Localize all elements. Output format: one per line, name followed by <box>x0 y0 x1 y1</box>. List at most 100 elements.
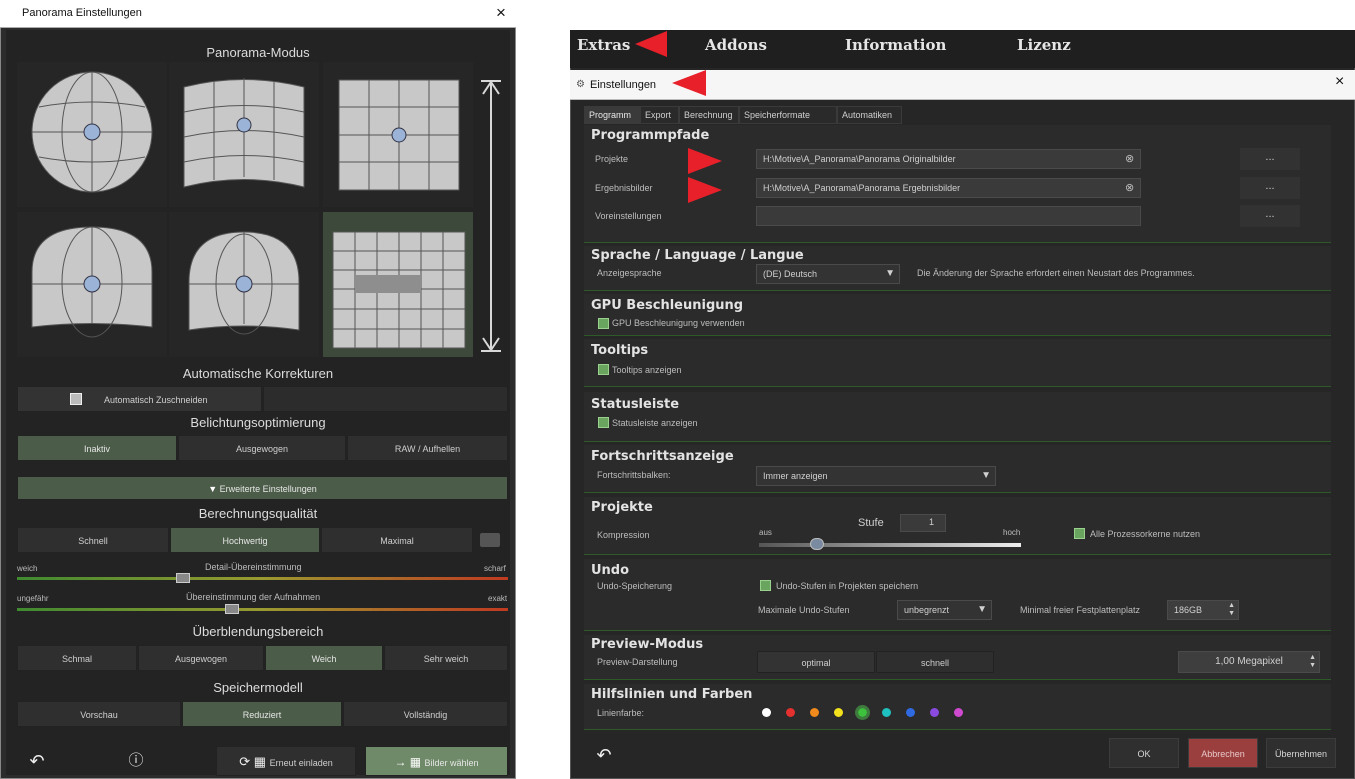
statusbar-check-label: Statusleiste anzeigen <box>612 418 698 428</box>
match-label: Übereinstimmung der Aufnahmen <box>186 592 321 602</box>
color-swatch[interactable] <box>834 708 843 717</box>
memory-preview-button[interactable]: Vorschau <box>17 701 181 727</box>
tab-storage-formats[interactable]: Speicherformate <box>739 106 837 124</box>
auto-crop-toggle[interactable]: Automatisch Zuschneiden <box>17 386 262 412</box>
results-path-field[interactable]: H:\Motive\A_Panorama\Panorama Ergebnisbi… <box>756 178 1141 198</box>
detail-slider-track[interactable] <box>17 577 508 580</box>
language-select[interactable]: (DE) Deutsch ▼ <box>756 264 900 284</box>
browse-projects-button[interactable]: ... <box>1240 148 1300 170</box>
min-disk-field[interactable]: 186GB ▲ ▼ <box>1167 600 1239 620</box>
quality-max-button[interactable]: Maximal <box>321 527 473 553</box>
preview-optimal-button[interactable]: optimal <box>757 651 875 673</box>
compression-slider-track[interactable] <box>759 543 1021 547</box>
exposure-balanced-button[interactable]: Ausgewogen <box>178 435 346 461</box>
auto-crop-checkbox[interactable] <box>70 393 82 405</box>
chevron-down-icon: ▼ <box>981 470 991 481</box>
tab-automatics[interactable]: Automatiken <box>837 106 902 124</box>
dialog-close-button[interactable]: × <box>1335 73 1344 91</box>
detail-slider-handle[interactable] <box>176 573 190 583</box>
menu-addons[interactable]: Addons <box>705 36 767 54</box>
level-label: Stufe <box>858 517 884 529</box>
progress-value: Immer anzeigen <box>763 471 828 481</box>
info-icon[interactable]: ⓘ <box>116 746 156 776</box>
compression-low-label: aus <box>759 528 772 537</box>
compression-slider-handle[interactable] <box>810 538 824 550</box>
close-button[interactable]: × <box>490 3 512 23</box>
all-cores-checkbox[interactable] <box>1074 528 1085 539</box>
exposure-raw-button[interactable]: RAW / Aufhellen <box>347 435 508 461</box>
color-swatch[interactable] <box>930 708 939 717</box>
preview-fast-button[interactable]: schnell <box>876 651 994 673</box>
clear-results-path-icon[interactable]: ⊗ <box>1125 181 1134 194</box>
ok-button[interactable]: OK <box>1109 738 1179 768</box>
color-swatch[interactable] <box>855 705 870 720</box>
red-arrow-results-icon <box>688 177 722 203</box>
advanced-settings-toggle[interactable]: ▼ Erweiterte Einstellungen <box>17 476 508 500</box>
select-images-button[interactable]: → ▦ Bilder wählen <box>365 746 508 776</box>
auto-correction-second-toggle[interactable] <box>263 386 508 412</box>
preview-display-label: Preview-Darstellung <box>597 657 678 667</box>
undo-icon[interactable]: ↶ <box>17 746 57 776</box>
projects-path-field[interactable]: H:\Motive\A_Panorama\Panorama Originalbi… <box>756 149 1141 169</box>
gpu-checkbox[interactable] <box>598 318 609 329</box>
projection-fisheye-tile[interactable] <box>17 212 167 357</box>
color-swatch[interactable] <box>882 708 891 717</box>
presets-path-label: Voreinstellungen <box>595 211 662 221</box>
chevron-down-icon: ▼ <box>977 604 987 615</box>
spinner-icon[interactable]: ▲ ▼ <box>1228 602 1235 618</box>
megapixel-field[interactable]: 1,00 Megapixel ▲ ▼ <box>1178 651 1320 673</box>
browse-presets-button[interactable]: ... <box>1240 205 1300 227</box>
max-undo-label: Maximale Undo-Stufen <box>758 605 850 615</box>
projection-mosaic-tile[interactable] <box>323 212 473 357</box>
exposure-inactive-button[interactable]: Inaktiv <box>17 435 177 461</box>
projection-planar-tile[interactable] <box>323 62 473 207</box>
menu-extras[interactable]: Extras <box>577 36 630 54</box>
chevron-down-icon: ▼ <box>885 268 895 279</box>
tooltips-checkbox[interactable] <box>598 364 609 375</box>
settings-gears-icon: ⚙ <box>576 79 585 90</box>
undo-save-checkbox[interactable] <box>760 580 771 591</box>
apply-button[interactable]: Übernehmen <box>1266 738 1336 768</box>
spinner-icon[interactable]: ▲ ▼ <box>1309 654 1316 670</box>
level-field[interactable]: 1 <box>900 514 946 532</box>
max-undo-select[interactable]: unbegrenzt ▼ <box>897 600 992 620</box>
results-path-label: Ergebnisbilder <box>595 183 653 193</box>
blend-balanced-button[interactable]: Ausgewogen <box>138 645 264 671</box>
quality-high-button[interactable]: Hochwertig <box>170 527 320 553</box>
cylindrical-projection-icon <box>183 78 305 188</box>
match-min-label: ungefähr <box>17 594 49 603</box>
blend-very-soft-button[interactable]: Sehr weich <box>384 645 508 671</box>
projection-cylindrical-tile[interactable] <box>169 62 319 207</box>
statusbar-heading: Statusleiste <box>591 397 680 412</box>
projection-spherical-tile[interactable] <box>17 62 167 207</box>
tab-program[interactable]: Programm <box>584 106 640 124</box>
reload-button[interactable]: ⟳ ▦ Erneut einladen <box>216 746 356 776</box>
cancel-button[interactable]: Abbrechen <box>1188 738 1258 768</box>
color-swatch[interactable] <box>954 708 963 717</box>
color-swatch[interactable] <box>762 708 771 717</box>
browse-results-button[interactable]: ... <box>1240 177 1300 199</box>
projection-partial-sphere-tile[interactable] <box>169 212 319 357</box>
tab-calculation[interactable]: Berechnung <box>679 106 739 124</box>
progress-label: Fortschrittsbalken: <box>597 470 671 480</box>
menu-license[interactable]: Lizenz <box>1017 36 1071 54</box>
quality-fast-button[interactable]: Schnell <box>17 527 169 553</box>
preview-heading: Preview-Modus <box>591 637 704 652</box>
match-slider-track[interactable] <box>17 608 508 611</box>
auto-corrections-heading: Automatische Korrekturen <box>182 366 334 381</box>
blend-narrow-button[interactable]: Schmal <box>17 645 137 671</box>
match-slider-handle[interactable] <box>225 604 239 614</box>
blend-soft-button[interactable]: Weich <box>265 645 383 671</box>
progress-select[interactable]: Immer anzeigen ▼ <box>756 466 996 486</box>
statusbar-checkbox[interactable] <box>598 417 609 428</box>
color-swatch[interactable] <box>786 708 795 717</box>
presets-path-field[interactable] <box>756 206 1141 226</box>
color-swatch[interactable] <box>906 708 915 717</box>
menu-information[interactable]: Information <box>845 36 946 54</box>
clear-projects-path-icon[interactable]: ⊗ <box>1125 152 1134 165</box>
undo-icon[interactable]: ↶ <box>584 740 624 770</box>
memory-full-button[interactable]: Vollständig <box>343 701 508 727</box>
tab-export[interactable]: Export <box>640 106 679 124</box>
memory-reduced-button[interactable]: Reduziert <box>182 701 342 727</box>
color-swatch[interactable] <box>810 708 819 717</box>
